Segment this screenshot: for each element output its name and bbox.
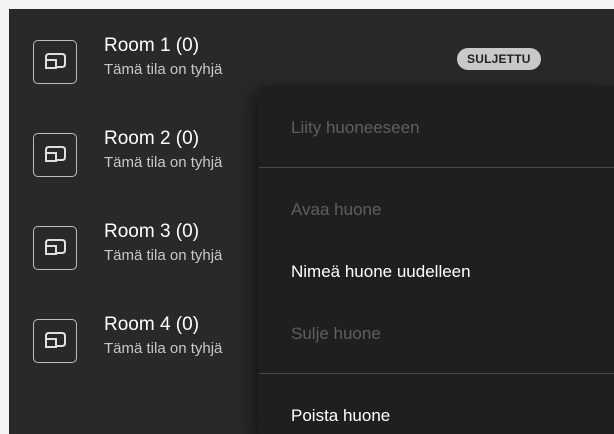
menu-item-close-room[interactable]: Sulje huone	[291, 322, 381, 346]
room-window-icon	[33, 319, 77, 363]
room-status: Tämä tila on tyhjä	[104, 61, 223, 78]
room-name: Room 3 (0)	[104, 221, 200, 242]
room-status: Tämä tila on tyhjä	[104, 154, 223, 171]
room-row-1[interactable]: Room 1 (0) Tämä tila on tyhjä SULJETTU	[9, 9, 614, 93]
breakout-rooms-panel: Room 1 (0) Tämä tila on tyhjä SULJETTU R…	[9, 9, 614, 434]
room-status: Tämä tila on tyhjä	[104, 340, 223, 357]
room-window-icon	[33, 133, 77, 177]
menu-item-delete-room[interactable]: Poista huone	[291, 404, 390, 428]
room-context-menu: Liity huoneeseen Avaa huone Nimeä huone …	[259, 86, 614, 434]
menu-item-join-room[interactable]: Liity huoneeseen	[291, 116, 420, 140]
room-name: Room 4 (0)	[104, 314, 200, 335]
room-name: Room 1 (0)	[104, 35, 200, 56]
room-window-icon	[33, 226, 77, 270]
menu-item-open-room[interactable]: Avaa huone	[291, 198, 381, 222]
room-window-icon	[33, 40, 77, 84]
menu-divider	[259, 167, 614, 168]
menu-divider	[259, 373, 614, 374]
room-name: Room 2 (0)	[104, 128, 200, 149]
room-status: Tämä tila on tyhjä	[104, 247, 223, 264]
closed-badge: SULJETTU	[457, 48, 541, 70]
menu-item-rename-room[interactable]: Nimeä huone uudelleen	[291, 260, 471, 284]
